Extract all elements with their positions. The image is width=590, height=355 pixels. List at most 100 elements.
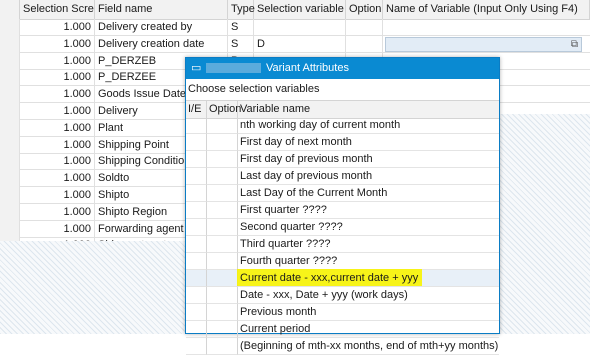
variable-name-input[interactable]: ⧉ bbox=[385, 37, 582, 52]
ie-cell[interactable] bbox=[186, 304, 207, 321]
ie-cell[interactable] bbox=[186, 321, 207, 338]
row-selector[interactable] bbox=[0, 203, 20, 221]
option-cell[interactable] bbox=[346, 35, 383, 53]
type-cell[interactable]: S bbox=[228, 35, 254, 53]
row-selector[interactable] bbox=[0, 86, 20, 104]
col-field-name[interactable]: Field name bbox=[95, 0, 228, 19]
option-cell[interactable] bbox=[207, 151, 238, 168]
variable-name-cell[interactable]: Third quarter ???? bbox=[238, 236, 499, 253]
row-selector[interactable] bbox=[0, 19, 20, 36]
option-cell[interactable] bbox=[346, 19, 383, 36]
variable-name-cell[interactable]: Date - xxx, Date + yyy (work days) bbox=[238, 287, 499, 304]
variable-name-cell[interactable]: First quarter ???? bbox=[238, 202, 499, 219]
score-cell[interactable]: 1.000 bbox=[20, 103, 95, 120]
ie-cell[interactable] bbox=[186, 168, 207, 185]
variable-name-cell[interactable]: First day of next month bbox=[238, 134, 499, 151]
col-ie[interactable]: I/E bbox=[186, 101, 207, 117]
ie-cell[interactable] bbox=[186, 117, 207, 134]
variable-list-item[interactable]: Last Day of the Current Month bbox=[186, 185, 499, 202]
score-cell[interactable]: 1.000 bbox=[20, 119, 95, 137]
row-selector[interactable] bbox=[0, 153, 20, 171]
variable-list-item[interactable]: Third quarter ???? bbox=[186, 236, 499, 253]
variable-list-item[interactable]: First quarter ???? bbox=[186, 202, 499, 219]
ie-cell[interactable] bbox=[186, 338, 207, 355]
score-cell[interactable]: 1.000 bbox=[20, 170, 95, 188]
row-selector[interactable] bbox=[0, 187, 20, 204]
row-selector[interactable] bbox=[0, 119, 20, 137]
variable-name-cell[interactable]: Last day of previous month bbox=[238, 168, 499, 185]
type-cell[interactable]: S bbox=[228, 19, 254, 36]
score-cell[interactable]: 1.000 bbox=[20, 86, 95, 104]
variable-list-item[interactable]: Current date - xxx,current date + yyy bbox=[186, 269, 499, 287]
row-selector[interactable] bbox=[0, 35, 20, 53]
score-cell[interactable]: 1.000 bbox=[20, 153, 95, 171]
ie-cell[interactable] bbox=[186, 185, 207, 202]
option-cell[interactable] bbox=[207, 338, 238, 355]
variable-name-cell[interactable]: nth working day of current month bbox=[238, 117, 499, 134]
option-cell[interactable] bbox=[207, 219, 238, 236]
table-row[interactable]: 1.000 Delivery created by S bbox=[0, 19, 590, 36]
score-cell[interactable]: 1.000 bbox=[20, 69, 95, 87]
option-cell[interactable] bbox=[207, 117, 238, 134]
variable-list-item[interactable]: (Beginning of mth-xx months, end of mth+… bbox=[186, 338, 499, 355]
variable-list-item[interactable]: Date - xxx, Date + yyy (work days) bbox=[186, 287, 499, 304]
row-selector[interactable] bbox=[0, 52, 20, 70]
ie-cell[interactable] bbox=[186, 253, 207, 270]
f4-help-icon[interactable]: ⧉ bbox=[571, 39, 578, 50]
col-selection-score[interactable]: Selection Scre bbox=[20, 0, 95, 19]
option-cell[interactable] bbox=[207, 134, 238, 151]
col-selection-variable[interactable]: Selection variable bbox=[254, 0, 346, 19]
row-selector[interactable] bbox=[0, 220, 20, 238]
score-cell[interactable]: 1.000 bbox=[20, 19, 95, 36]
variable-name-cell[interactable]: (Beginning of mth-xx months, end of mth+… bbox=[238, 338, 499, 355]
variable-name-cell[interactable]: Previous month bbox=[238, 304, 499, 321]
field-name-cell[interactable]: Delivery created by bbox=[95, 19, 228, 36]
ie-cell[interactable] bbox=[186, 219, 207, 236]
variable-name-cell[interactable]: Current date - xxx,current date + yyy bbox=[238, 270, 499, 287]
ie-cell[interactable] bbox=[186, 134, 207, 151]
ie-cell[interactable] bbox=[186, 236, 207, 253]
variable-list-item[interactable]: Previous month bbox=[186, 304, 499, 321]
option-cell[interactable] bbox=[207, 236, 238, 253]
option-cell[interactable] bbox=[207, 185, 238, 202]
variable-list-item[interactable]: Current period bbox=[186, 321, 499, 338]
ie-cell[interactable] bbox=[186, 202, 207, 219]
selection-variable-cell[interactable]: D bbox=[254, 35, 346, 53]
score-cell[interactable]: 1.000 bbox=[20, 220, 95, 238]
variable-list-item[interactable]: First day of next month bbox=[186, 134, 499, 151]
variable-name-cell[interactable]: Fourth quarter ???? bbox=[238, 253, 499, 270]
col-variable-name[interactable]: Variable name bbox=[238, 101, 499, 117]
variable-name-cell[interactable]: Current period bbox=[238, 321, 499, 338]
row-selector[interactable] bbox=[0, 103, 20, 120]
variable-name-cell[interactable]: First day of previous month bbox=[238, 151, 499, 168]
col-dialog-option[interactable]: Option bbox=[207, 101, 241, 117]
selection-variable-cell[interactable] bbox=[254, 19, 346, 36]
dialog-title-bar[interactable]: ▭ Variant Attributes bbox=[186, 58, 499, 79]
field-name-cell[interactable]: Delivery creation date bbox=[95, 35, 228, 53]
row-selector-header[interactable] bbox=[0, 0, 20, 19]
variable-name-cell[interactable]: Last Day of the Current Month bbox=[238, 185, 499, 202]
score-cell[interactable]: 1.000 bbox=[20, 35, 95, 53]
row-selector[interactable] bbox=[0, 136, 20, 154]
row-selector[interactable] bbox=[0, 170, 20, 188]
option-cell[interactable] bbox=[207, 321, 238, 338]
score-cell[interactable]: 1.000 bbox=[20, 52, 95, 70]
score-cell[interactable]: 1.000 bbox=[20, 203, 95, 221]
row-selector[interactable] bbox=[0, 69, 20, 87]
ie-cell[interactable] bbox=[186, 151, 207, 168]
option-cell[interactable] bbox=[207, 287, 238, 304]
variable-list-item[interactable]: Fourth quarter ???? bbox=[186, 253, 499, 270]
variable-list-item[interactable]: First day of previous month bbox=[186, 151, 499, 168]
option-cell[interactable] bbox=[207, 168, 238, 185]
variable-list-item[interactable]: Last day of previous month bbox=[186, 168, 499, 185]
variable-list-item[interactable]: Second quarter ???? bbox=[186, 219, 499, 236]
variable-list-item[interactable]: nth working day of current month bbox=[186, 117, 499, 134]
option-cell[interactable] bbox=[207, 253, 238, 270]
option-cell[interactable] bbox=[207, 304, 238, 321]
col-name-of-variable[interactable]: Name of Variable (Input Only Using F4) bbox=[383, 0, 590, 19]
col-option[interactable]: Option bbox=[346, 0, 383, 19]
ie-cell[interactable] bbox=[186, 287, 207, 304]
option-cell[interactable] bbox=[207, 270, 238, 287]
variable-name-cell[interactable]: Second quarter ???? bbox=[238, 219, 499, 236]
option-cell[interactable] bbox=[207, 202, 238, 219]
